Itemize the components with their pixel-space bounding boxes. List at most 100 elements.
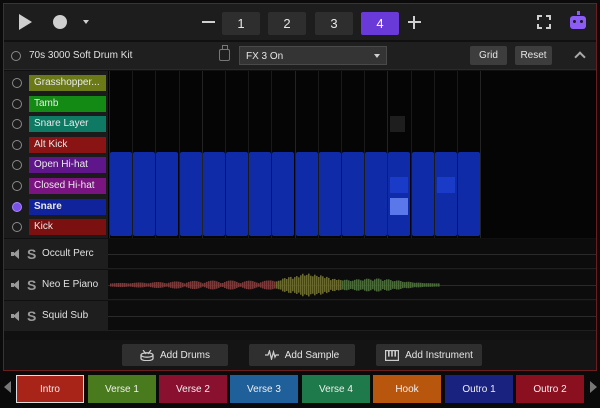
drum-select-radio[interactable] <box>12 201 22 212</box>
section-tab[interactable]: Verse 1 <box>88 375 156 403</box>
pattern-tab-3[interactable]: 3 <box>315 12 353 35</box>
add-drums-button[interactable]: Add Drums <box>122 344 228 366</box>
play-button[interactable] <box>12 10 36 34</box>
step-cell[interactable] <box>434 152 457 236</box>
drum-select-radio[interactable] <box>12 78 22 88</box>
step-cell[interactable] <box>295 152 318 236</box>
waveform-sample <box>304 275 306 295</box>
waveform-sample <box>218 282 220 288</box>
waveform-sample <box>314 274 316 296</box>
step-cell[interactable] <box>133 152 156 236</box>
section-tab[interactable]: Verse 3 <box>230 375 298 403</box>
waveform-sample <box>286 278 288 292</box>
waveform-sample <box>376 278 378 292</box>
kit-select-radio[interactable] <box>11 51 21 61</box>
waveform-sample <box>114 283 116 287</box>
fullscreen-button[interactable] <box>532 10 556 34</box>
step-grid[interactable] <box>109 71 596 238</box>
add-sample-button[interactable]: Add Sample <box>249 344 355 366</box>
add-instrument-button[interactable]: Add Instrument <box>376 344 482 366</box>
reset-button[interactable]: Reset <box>515 46 552 65</box>
drum-label[interactable]: Tamb <box>29 95 106 112</box>
step-cell[interactable] <box>249 152 272 236</box>
grid-button[interactable]: Grid <box>470 46 507 65</box>
section-tab[interactable]: Hook <box>373 375 441 403</box>
solo-button[interactable]: S <box>27 308 36 324</box>
speaker-icon[interactable] <box>11 311 21 321</box>
waveform-sample <box>270 280 272 290</box>
drum-label[interactable]: Alt Kick <box>29 136 106 153</box>
instrument-row: S Occult Perc <box>4 239 596 269</box>
waveform-sample <box>242 282 244 288</box>
section-tab[interactable]: Verse 4 <box>302 375 370 403</box>
add-sample-label: Add Sample <box>284 349 340 361</box>
drum-label[interactable]: Open Hi-hat <box>29 157 106 174</box>
drum-select-radio[interactable] <box>12 181 22 191</box>
drum-label[interactable]: Grasshopper... <box>29 75 106 91</box>
waveform-sample <box>204 282 206 288</box>
step-cell[interactable] <box>342 152 364 236</box>
section-tab[interactable]: Intro <box>16 375 84 403</box>
step-cell[interactable] <box>365 152 388 236</box>
pattern-tab-4[interactable]: 4 <box>361 12 399 35</box>
play-icon <box>19 14 32 30</box>
step-cell[interactable] <box>318 152 341 236</box>
step-cell[interactable] <box>388 152 411 236</box>
waveform-sample <box>356 279 358 291</box>
section-tab[interactable]: Outro 2 <box>516 375 584 403</box>
waveform-sample <box>224 281 226 289</box>
step-cell[interactable] <box>156 152 179 236</box>
fx-select[interactable]: FX 3 On <box>239 46 387 65</box>
step-cell[interactable] <box>458 152 480 236</box>
record-button[interactable] <box>48 10 72 34</box>
drum-select-radio[interactable] <box>12 98 22 109</box>
waveform-sample <box>324 278 326 292</box>
record-icon <box>53 15 67 29</box>
midi-icon[interactable] <box>219 45 230 61</box>
waveform-sample <box>130 283 132 287</box>
pattern-tab-2[interactable]: 2 <box>268 12 306 35</box>
waveform-sample <box>166 283 168 287</box>
waveform-sample <box>380 279 382 291</box>
scroll-left-icon[interactable] <box>4 381 11 393</box>
speaker-icon[interactable] <box>11 249 21 259</box>
drum-label[interactable]: Snare <box>29 198 106 215</box>
drum-label[interactable]: Closed Hi-hat <box>29 178 106 194</box>
step-cell[interactable] <box>110 152 132 236</box>
waveform-sample <box>176 281 178 289</box>
remove-pattern-button[interactable] <box>196 10 220 34</box>
record-options-button[interactable] <box>78 10 94 34</box>
step-cell[interactable] <box>226 152 248 236</box>
waveform-sample <box>148 283 150 287</box>
step-cell[interactable] <box>411 152 434 236</box>
solo-button[interactable]: S <box>27 277 36 293</box>
step-active[interactable] <box>390 116 406 132</box>
speaker-icon[interactable] <box>11 280 21 290</box>
step-active[interactable] <box>390 198 409 215</box>
add-pattern-button[interactable] <box>402 10 426 34</box>
waveform-sample <box>246 280 248 290</box>
drum-label[interactable]: Kick <box>29 219 106 236</box>
waveform-sample <box>276 281 278 289</box>
drum-label[interactable]: Snare Layer <box>29 116 106 133</box>
assistant-button[interactable] <box>566 10 590 34</box>
section-tab[interactable]: Verse 2 <box>159 375 227 403</box>
step-active[interactable] <box>436 177 455 193</box>
waveform-sample <box>252 281 254 289</box>
solo-button[interactable]: S <box>27 246 36 262</box>
step-active[interactable] <box>390 177 409 193</box>
drum-select-radio[interactable] <box>12 139 22 150</box>
section-tab[interactable]: Outro 1 <box>445 375 513 403</box>
waveform-sample <box>196 281 198 289</box>
waveform-sample <box>264 280 266 290</box>
chevron-down-icon <box>83 20 89 24</box>
instrument-row: S Squid Sub <box>4 301 596 331</box>
collapse-icon[interactable] <box>574 51 586 63</box>
step-cell[interactable] <box>272 152 295 236</box>
step-cell[interactable] <box>179 152 202 236</box>
scroll-right-icon[interactable] <box>590 381 597 393</box>
step-cell[interactable] <box>202 152 225 236</box>
add-drums-label: Add Drums <box>159 349 210 361</box>
pattern-tab-1[interactable]: 1 <box>222 12 260 35</box>
waveform-sample <box>164 283 166 287</box>
